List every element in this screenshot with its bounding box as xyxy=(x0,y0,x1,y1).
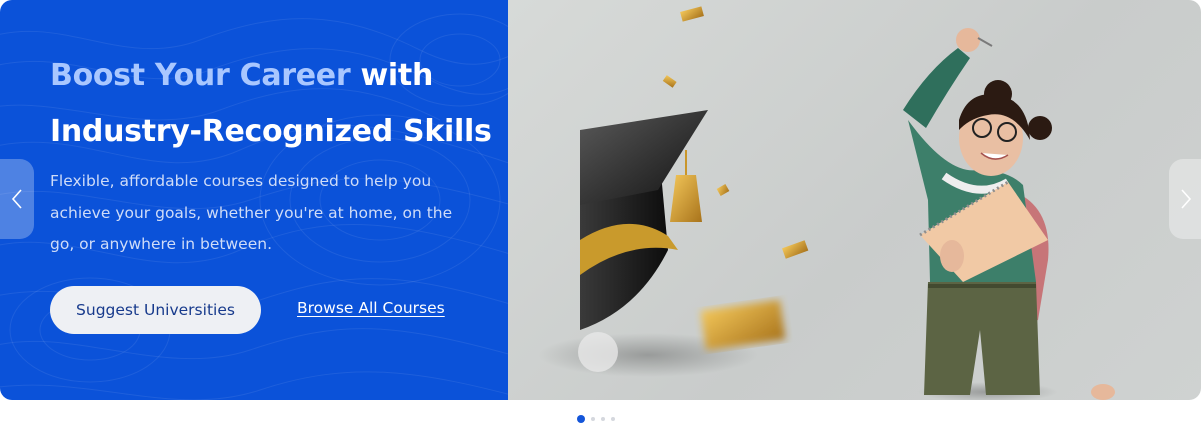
chevron-left-icon xyxy=(11,189,22,209)
headline-highlight: Boost Your Career xyxy=(50,58,351,93)
student-figure xyxy=(903,28,1115,400)
carousel-dot[interactable] xyxy=(601,417,605,421)
hero-description: Flexible, affordable courses designed to… xyxy=(50,172,453,253)
carousel-dot[interactable] xyxy=(611,417,615,421)
chevron-right-icon xyxy=(1181,189,1192,209)
hero-image xyxy=(508,0,1201,400)
carousel-dot[interactable] xyxy=(577,415,585,423)
browse-all-courses-link[interactable]: Browse All Courses xyxy=(297,299,445,317)
hero-text-panel: Boost Your Career with Industry-Recognize… xyxy=(0,0,508,400)
carousel-prev-button[interactable] xyxy=(0,159,34,239)
headline-part-1: with xyxy=(350,58,434,93)
hero-banner: Boost Your Career with Industry-Recognize… xyxy=(0,0,1201,400)
hero-headline: Boost Your Career with Industry-Recognize… xyxy=(50,48,500,160)
suggest-universities-button[interactable]: Suggest Universities xyxy=(50,286,261,334)
hero-illustration xyxy=(538,6,1115,400)
headline-part-2: Industry-Recognized Skills xyxy=(50,114,492,149)
carousel-pagination xyxy=(577,415,615,423)
carousel-dot[interactable] xyxy=(591,417,595,421)
carousel-next-button[interactable] xyxy=(1169,159,1201,239)
